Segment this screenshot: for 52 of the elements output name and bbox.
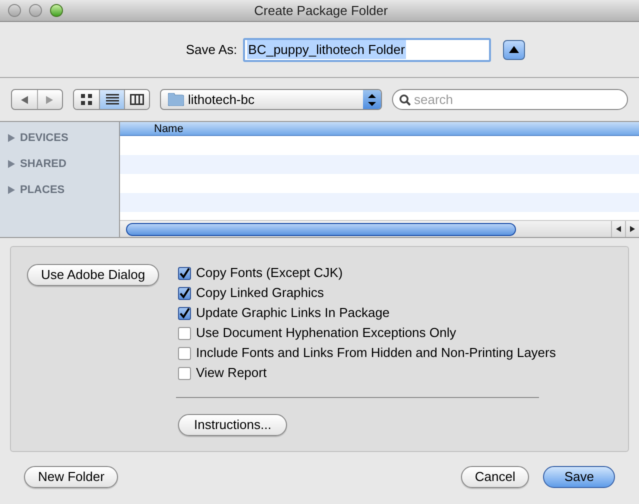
checkbox-label: Copy Fonts (Except CJK) — [196, 264, 343, 282]
location-popup[interactable]: lithotech-bc — [160, 89, 382, 110]
search-icon — [399, 94, 411, 106]
search-field[interactable]: search — [392, 89, 628, 110]
sidebar-section[interactable]: PLACES — [8, 183, 119, 197]
checkbox-label: Copy Linked Graphics — [196, 284, 324, 302]
sidebar-section[interactable]: DEVICES — [8, 131, 119, 145]
checkbox[interactable] — [178, 306, 191, 320]
right-triangle-icon — [46, 96, 54, 104]
checkmark-icon — [179, 288, 190, 298]
new-folder-button[interactable]: New Folder — [24, 466, 118, 488]
column-header[interactable]: Name — [120, 122, 639, 136]
close-window-button[interactable] — [8, 4, 21, 17]
collapse-button[interactable] — [503, 40, 526, 60]
right-triangle-icon — [8, 160, 15, 168]
minimize-window-button[interactable] — [29, 4, 42, 17]
popup-arrows-icon — [363, 90, 381, 109]
right-triangle-icon — [8, 134, 15, 142]
left-triangle-icon — [20, 96, 28, 104]
checkbox[interactable] — [178, 366, 191, 380]
location-label: lithotech-bc — [188, 90, 256, 109]
folder-icon — [168, 93, 184, 106]
right-triangle-icon — [630, 226, 635, 232]
checkbox-label: Include Fonts and Links From Hidden and Non-Printing Layers — [196, 344, 556, 362]
filename-field[interactable]: BC_puppy_lithotech Folder — [243, 38, 492, 62]
checkbox-label: Update Graphic Links In Package — [196, 304, 390, 322]
checkbox-label: View Report — [196, 364, 267, 382]
sidebar-section[interactable]: SHARED — [8, 157, 119, 171]
checkbox[interactable] — [178, 286, 191, 300]
view-mode-button[interactable] — [99, 90, 124, 109]
zoom-window-button[interactable] — [50, 4, 63, 17]
list-icon — [106, 94, 118, 105]
save-as-label: Save As: — [186, 40, 238, 59]
right-triangle-icon — [8, 186, 15, 194]
checkmark-icon — [179, 268, 190, 278]
checkbox[interactable] — [178, 346, 191, 360]
columns-icon — [130, 94, 144, 105]
use-adobe-dialog-button[interactable]: Use Adobe Dialog — [27, 264, 160, 286]
grid-icon — [81, 94, 92, 105]
up-triangle-icon — [509, 46, 520, 53]
left-triangle-icon — [616, 226, 621, 232]
checkbox[interactable] — [178, 266, 191, 280]
cancel-button[interactable]: Cancel — [460, 466, 530, 488]
checkbox-label: Use Document Hyphenation Exceptions Only — [196, 324, 456, 342]
checkmark-icon — [179, 308, 190, 318]
view-mode-button[interactable] — [124, 90, 149, 109]
scrollbar-thumb[interactable] — [126, 222, 516, 236]
view-mode-button[interactable] — [74, 90, 99, 109]
save-button[interactable]: Save — [543, 466, 615, 488]
checkbox[interactable] — [178, 326, 191, 340]
window-title: Create Package Folder — [254, 2, 388, 20]
instructions-button[interactable]: Instructions... — [178, 414, 288, 436]
